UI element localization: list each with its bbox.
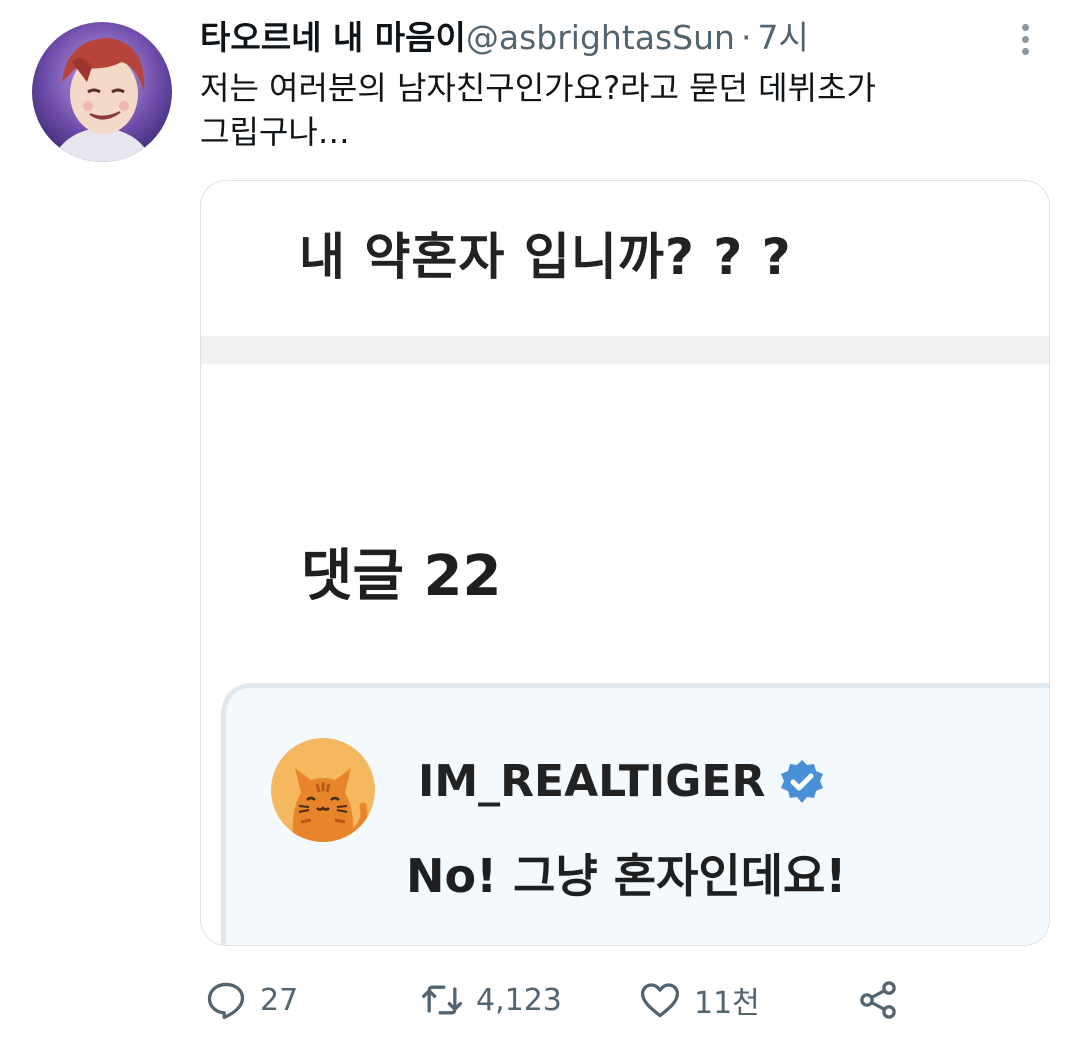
retweet-button[interactable]: 4,123 [420, 975, 562, 1025]
share-button[interactable] [856, 975, 912, 1025]
media-question: 내 약혼자 입니까? ? ? [299, 228, 792, 286]
media-divider-band [201, 336, 1049, 364]
retweet-icon [422, 985, 462, 1015]
tweet-text-line-2: 그립구나… [200, 113, 350, 151]
author-name[interactable]: 타오르네 내 마음이 [200, 18, 466, 57]
more-vertical-icon[interactable] [1016, 20, 1036, 60]
comment-reply-text: No! 그냥 혼자인데요! [406, 849, 847, 903]
tweet-text-line-1: 저는 여러분의 남자친구인가요?라고 묻던 데뷔초가 [200, 69, 876, 107]
retweet-count: 4,123 [476, 982, 562, 1018]
like-button[interactable]: 11천 [638, 975, 760, 1025]
tweet-text: 저는 여러분의 남자친구인가요?라고 묻던 데뷔초가 그립구나… [200, 66, 1020, 154]
comment-username: IM_REALTIGER [418, 756, 827, 807]
media-comment-card: IM_REALTIGER No! 그냥 혼자인데요! [221, 683, 1049, 945]
tweet-actions: 27 4,123 11천 [200, 975, 1020, 1025]
reply-button[interactable]: 27 [204, 975, 298, 1025]
tweet-time[interactable]: 7시 [757, 18, 808, 57]
share-icon [860, 981, 896, 1019]
like-count: 11천 [694, 986, 760, 1021]
tweet-media[interactable]: 내 약혼자 입니까? ? ? 댓글 22 IM_REALTIGER No! 그냥… [200, 180, 1050, 946]
verified-badge-icon [781, 759, 824, 803]
author-handle[interactable]: @asbrightasSun [466, 18, 735, 57]
author-avatar[interactable] [32, 22, 172, 162]
reply-count: 27 [260, 982, 299, 1018]
media-comments-label: 댓글 22 [301, 544, 502, 609]
reply-icon [207, 982, 245, 1020]
heart-icon [640, 983, 680, 1018]
tweet-header: 타오르네 내 마음이@asbrightasSun · 7시 [200, 16, 809, 60]
tiger-avatar [271, 738, 375, 842]
comment-username-text: IM_REALTIGER [418, 756, 766, 807]
header-separator: · [740, 18, 752, 57]
